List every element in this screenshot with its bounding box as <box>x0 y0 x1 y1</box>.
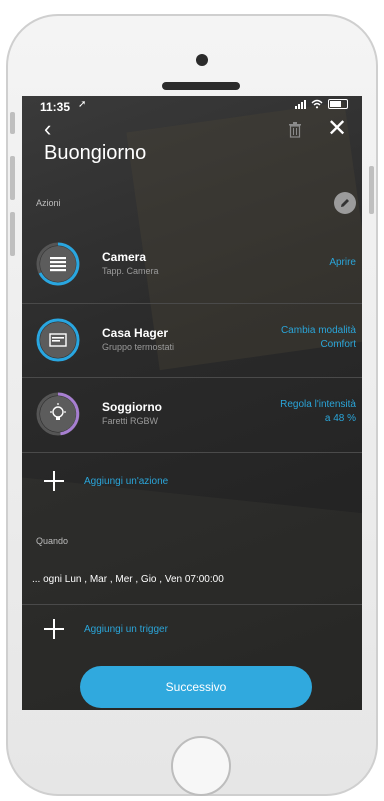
plus-icon <box>44 471 64 491</box>
home-button[interactable] <box>171 736 231 796</box>
back-icon[interactable]: ‹ <box>44 118 51 140</box>
location-arrow-icon: ➚ <box>78 99 87 110</box>
action-value-line2: a 48 % <box>324 413 356 424</box>
thermostat-dial <box>36 318 80 362</box>
wifi-icon <box>311 99 323 109</box>
action-value-line1: Aprire <box>329 257 356 268</box>
edit-button[interactable] <box>334 192 356 214</box>
volume-down-button <box>10 212 15 256</box>
action-subtitle: Faretti RGBW <box>102 416 159 426</box>
front-camera <box>196 54 208 66</box>
action-row-camera[interactable]: Camera Tapp. Camera Aprire <box>22 228 362 303</box>
section-label-actions: Azioni <box>36 198 61 208</box>
add-action-label: Aggiungi un'azione <box>84 476 169 487</box>
add-trigger-label: Aggiungi un trigger <box>84 624 168 635</box>
action-value-line1: Regola l'intensità <box>280 399 356 410</box>
action-value: Cambia modalità Comfort <box>206 324 356 352</box>
action-row-soggiorno[interactable]: Soggiorno Faretti RGBW Regola l'intensit… <box>22 377 362 452</box>
pencil-icon <box>341 199 349 207</box>
trigger-schedule[interactable]: ... ogni Lun , Mar , Mer , Gio , Ven 07:… <box>32 574 224 585</box>
battery-icon <box>328 99 348 109</box>
add-trigger-button[interactable]: Aggiungi un trigger <box>22 604 362 654</box>
close-icon[interactable]: ✕ <box>326 117 348 141</box>
action-value-line1: Cambia modalità <box>280 325 356 336</box>
shutter-dial <box>36 242 80 286</box>
header: ‹ Buongiorno ✕ <box>22 117 362 174</box>
earpiece-speaker <box>162 82 240 90</box>
cellular-signal-icon <box>295 99 306 109</box>
status-time: 11:35 <box>40 100 71 114</box>
section-label-when: Quando <box>36 536 69 546</box>
mute-switch <box>10 112 15 134</box>
next-button[interactable]: Successivo <box>80 666 312 708</box>
app-screen: 11:35 ➚ ‹ Buongiorno ✕ Azioni Camera Tap… <box>22 96 362 710</box>
action-name: Casa Hager <box>102 326 169 340</box>
add-action-button[interactable]: Aggiungi un'azione <box>22 452 362 510</box>
action-subtitle: Tapp. Camera <box>102 266 159 276</box>
action-value: Regola l'intensità a 48 % <box>206 398 356 426</box>
action-name: Camera <box>102 250 147 264</box>
plus-icon <box>44 619 64 639</box>
action-value-line2: Comfort <box>320 339 356 350</box>
action-name: Soggiorno <box>102 400 162 414</box>
page-title: Buongiorno <box>44 142 147 164</box>
trash-icon[interactable] <box>288 122 302 138</box>
action-subtitle: Gruppo termostati <box>102 342 175 352</box>
power-button <box>369 166 374 214</box>
volume-up-button <box>10 156 15 200</box>
status-bar: 11:35 ➚ <box>22 96 362 116</box>
dimmer-dial <box>36 392 80 436</box>
action-value: Aprire <box>206 256 356 270</box>
action-row-casa-hager[interactable]: Casa Hager Gruppo termostati Cambia moda… <box>22 303 362 377</box>
